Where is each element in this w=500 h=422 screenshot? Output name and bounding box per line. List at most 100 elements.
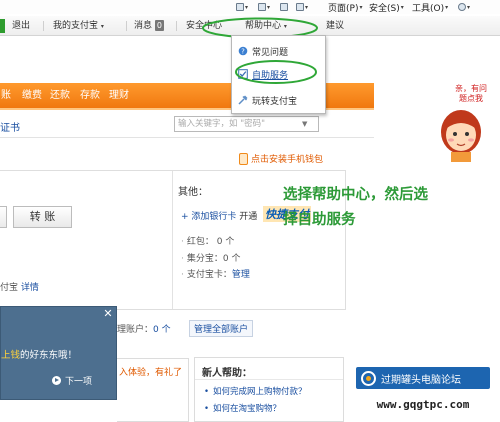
play-icon <box>52 376 61 385</box>
jifen-label: 集分宝： <box>186 254 223 264</box>
add-bank-card-link[interactable]: + 添加银行卡 开通 <box>181 209 257 222</box>
tools-menu[interactable]: 工具(O) ▾ <box>412 0 448 14</box>
messages-link[interactable]: 消息 0 <box>134 16 164 36</box>
newbie-help-panel: 新人帮助： • 如何完成网上购物付款？ • 如何在淘宝购物？ <box>194 357 344 422</box>
alipay-balance-info: 付宝 详情 <box>0 280 39 293</box>
tip-text: 上钱的好东东哦！ <box>1 347 77 361</box>
gift-link[interactable]: 入体验，有礼了 <box>119 365 182 378</box>
next-tip-button[interactable]: 下一项 <box>52 374 92 387</box>
service-nav-item[interactable]: 账 <box>1 83 11 108</box>
my-alipay-link[interactable]: 我的支付宝 ▾ <box>53 16 104 36</box>
add-card-label: + 添加银行卡 <box>181 212 237 222</box>
top-nav: 退出 我的支付宝 ▾ 消息 0 安全中心 帮助中心 ▾ 建议 <box>0 16 500 39</box>
online-help-promo[interactable]: 亲，有问 题点我 <box>453 84 489 104</box>
next-label: 下一项 <box>65 377 93 387</box>
feeds-button[interactable]: ▾ <box>258 0 270 14</box>
service-nav-item[interactable]: 缴费 <box>22 83 42 108</box>
help-center-dropdown: ? 常见问题 自助服务 玩转支付宝 <box>231 35 326 114</box>
open-label: 开通 <box>239 212 258 222</box>
question-icon: ? <box>238 46 248 56</box>
divider <box>172 171 173 309</box>
manage-all-accounts-button[interactable]: 管理全部账户 <box>189 320 254 337</box>
accounts-value: 0 个 <box>153 325 171 335</box>
watermark-url: www.gqgtpc.com <box>358 396 488 414</box>
alipay-card-row: · 支付宝卡：管理 <box>181 270 250 280</box>
messages-label: 消息 <box>134 21 153 31</box>
assistant-avatar[interactable] <box>425 102 491 162</box>
help-link-label: 如何在淘宝购物？ <box>213 404 282 414</box>
mobile-wallet-label: 点击安装手机钱包 <box>251 155 324 165</box>
mail-button[interactable] <box>280 0 288 14</box>
page: ▾ ▾ ▾ 页面(P) ▾ 安全(S) ▾ 工具(O) ▾ ▾ 退出 我的支付宝 ▾ … <box>0 0 500 422</box>
divider <box>176 21 177 31</box>
tools-menu-label: 工具(O) <box>412 3 445 14</box>
jifen-value: 0 个 <box>222 254 241 264</box>
home-button[interactable]: ▾ <box>236 0 248 14</box>
print-button[interactable]: ▾ <box>296 0 308 14</box>
red-packet-value: 0 个 <box>216 237 235 247</box>
suggestion-link[interactable]: 建议 <box>326 16 344 36</box>
messages-count-badge: 0 <box>154 20 164 31</box>
page-menu-label: 页面(P) <box>328 3 359 14</box>
instruction-annotation: 选择帮助中心，然后选 择自助服务 <box>283 183 443 233</box>
tip-rest: 的好东东哦！ <box>20 350 78 361</box>
alipay-card-label: 支付宝卡： <box>186 270 232 280</box>
mail-icon <box>280 3 288 11</box>
certificate-link[interactable]: 证书 <box>0 119 20 134</box>
sub-nav-row: 证书 输入关键字，如 "密码" ▼ <box>0 110 374 138</box>
dropdown-item-alipay-guide[interactable]: 玩转支付宝 <box>232 89 325 111</box>
transfer-button[interactable]: 转 账 <box>13 206 72 228</box>
other-title: 其他： <box>178 187 208 198</box>
safety-menu[interactable]: 安全(S) ▾ <box>369 0 404 14</box>
help-link-label: 如何完成网上购物付款？ <box>213 387 307 397</box>
forum-watermark: 过期罐头电脑论坛 <box>356 367 490 389</box>
install-mobile-wallet-link[interactable]: 点击安装手机钱包 <box>239 152 323 165</box>
annotation-line: 择自助服务 <box>283 212 356 228</box>
promo-line: 亲，有问 <box>455 84 487 93</box>
logout-link[interactable]: 退出 <box>12 16 30 36</box>
help-link[interactable]: • 如何在淘宝购物？ <box>204 402 281 414</box>
safety-menu-label: 安全(S) <box>369 3 400 14</box>
tip-highlight: 上钱 <box>1 350 21 361</box>
service-nav-item[interactable]: 还款 <box>50 83 70 108</box>
alipay-text: 付宝 <box>0 283 19 293</box>
forum-logo-icon <box>361 370 376 386</box>
annotation-line: 选择帮助中心，然后选 <box>283 187 428 203</box>
red-packet-label: 红包： <box>186 237 214 247</box>
red-packet-row: · 红包： 0 个 <box>181 237 235 247</box>
page-menu[interactable]: 页面(P) ▾ <box>328 0 362 14</box>
close-icon[interactable]: ✕ <box>102 308 114 320</box>
help-menu[interactable]: ▾ <box>458 0 470 14</box>
gift-panel: 入体验，有礼了 <box>117 358 189 422</box>
service-nav-item[interactable]: 存款 <box>80 83 100 108</box>
search-input[interactable]: 输入关键字，如 "密码" <box>174 116 319 132</box>
divider <box>126 21 127 31</box>
annotation-circle <box>235 60 317 84</box>
home-icon <box>236 3 244 11</box>
tip-popup: ✕ 上钱的好东东哦！ 下一项 <box>0 306 117 400</box>
help-icon <box>458 3 466 11</box>
search-dropdown-icon[interactable]: ▼ <box>302 120 307 128</box>
dropdown-item-label: 常见问题 <box>252 47 289 58</box>
accounts-label: 理账户： <box>117 325 154 335</box>
tool-icon <box>238 95 248 105</box>
print-icon <box>296 3 304 11</box>
svg-text:?: ? <box>241 48 245 56</box>
recharge-button[interactable] <box>0 206 7 228</box>
service-nav-item[interactable]: 理财 <box>109 83 129 108</box>
browser-command-bar: ▾ ▾ ▾ 页面(P) ▾ 安全(S) ▾ 工具(O) ▾ ▾ <box>0 0 500 14</box>
help-panel-title: 新人帮助： <box>202 368 252 379</box>
divider <box>43 21 44 31</box>
detail-link[interactable]: 详情 <box>21 283 39 293</box>
help-link[interactable]: • 如何完成网上购物付款？ <box>204 385 307 397</box>
brand-tab <box>0 19 5 33</box>
accounts-summary: 理账户：0 个 <box>117 322 171 335</box>
jifen-row: · 集分宝：0 个 <box>181 254 241 264</box>
watermark-text: 过期罐头电脑论坛 <box>381 374 461 386</box>
rss-icon <box>258 3 266 11</box>
my-alipay-label: 我的支付宝 <box>53 21 99 31</box>
divider <box>195 379 343 380</box>
manage-card-link[interactable]: 管理 <box>232 270 250 280</box>
dropdown-item-label: 玩转支付宝 <box>252 96 298 107</box>
phone-icon <box>239 152 248 165</box>
